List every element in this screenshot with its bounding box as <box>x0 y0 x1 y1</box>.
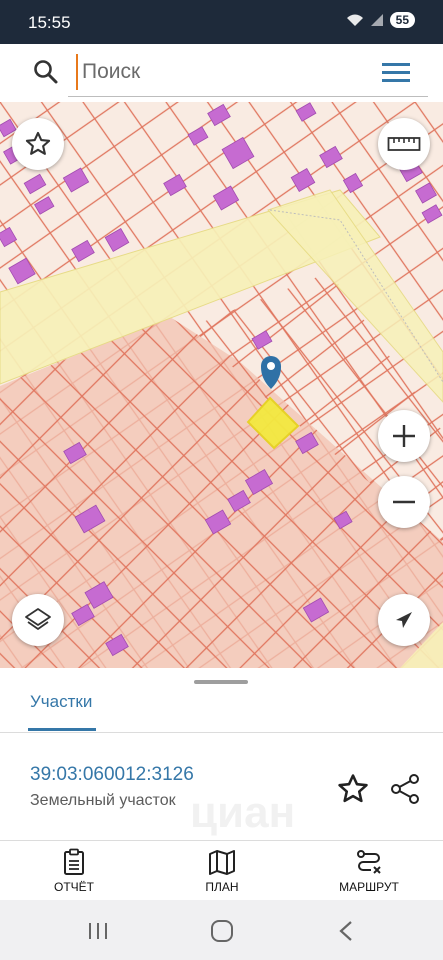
plan-icon <box>209 850 235 875</box>
bottom-nav: ОТЧЁТ ПЛАН МАРШРУТ <box>0 842 443 900</box>
favorites-button[interactable] <box>12 118 64 170</box>
cadastral-map[interactable] <box>0 102 443 668</box>
ruler-button[interactable] <box>378 118 430 170</box>
watermark: циан <box>190 788 296 837</box>
wifi-icon <box>346 14 363 26</box>
signal-icon <box>370 14 383 26</box>
star-icon <box>25 131 51 155</box>
map-canvas[interactable] <box>0 102 443 668</box>
back-button[interactable] <box>338 920 354 942</box>
nav-plan-label: ПЛАН <box>205 880 239 894</box>
route-icon <box>357 850 381 874</box>
zoom-out-icon <box>393 500 415 504</box>
parcel-type: Земельный участок <box>30 792 176 809</box>
menu-icon[interactable] <box>380 58 412 86</box>
status-time: 15:55 <box>28 13 71 32</box>
search-bar <box>8 44 436 100</box>
report-icon <box>64 848 84 875</box>
search-icon[interactable] <box>32 58 60 86</box>
layers-button[interactable] <box>12 594 64 646</box>
zoom-in-icon <box>393 425 415 447</box>
share-icon[interactable] <box>388 772 422 806</box>
nav-route[interactable]: МАРШРУТ <box>314 846 424 900</box>
nav-plan[interactable]: ПЛАН <box>167 846 277 900</box>
sheet-handle[interactable] <box>194 680 248 684</box>
my-location-button[interactable] <box>378 594 430 646</box>
system-nav-bar <box>0 900 443 960</box>
status-bar: 15:55 55 <box>0 0 443 44</box>
nav-report[interactable]: ОТЧЁТ <box>19 846 129 900</box>
parcel-cadastral-number[interactable]: 39:03:060012:3126 <box>30 764 194 786</box>
recent-apps-button[interactable] <box>87 921 109 941</box>
home-button[interactable] <box>210 919 234 943</box>
nav-route-label: МАРШРУТ <box>339 880 399 894</box>
battery-badge: 55 <box>389 12 415 28</box>
ruler-icon <box>387 137 421 151</box>
location-arrow-icon <box>396 612 412 628</box>
tabs-divider <box>0 732 443 733</box>
star-icon[interactable] <box>336 772 370 806</box>
nav-report-label: ОТЧЁТ <box>53 880 94 894</box>
layers-icon <box>25 608 51 630</box>
tab-underline <box>28 728 96 731</box>
status-icons: 55 <box>346 12 415 28</box>
zoom-in-button[interactable] <box>378 410 430 462</box>
search-underline <box>68 96 428 97</box>
search-input[interactable] <box>76 54 384 90</box>
sheet-bottom-divider <box>0 840 443 841</box>
zoom-out-button[interactable] <box>378 476 430 528</box>
tab-parcels[interactable]: Участки <box>30 692 92 712</box>
